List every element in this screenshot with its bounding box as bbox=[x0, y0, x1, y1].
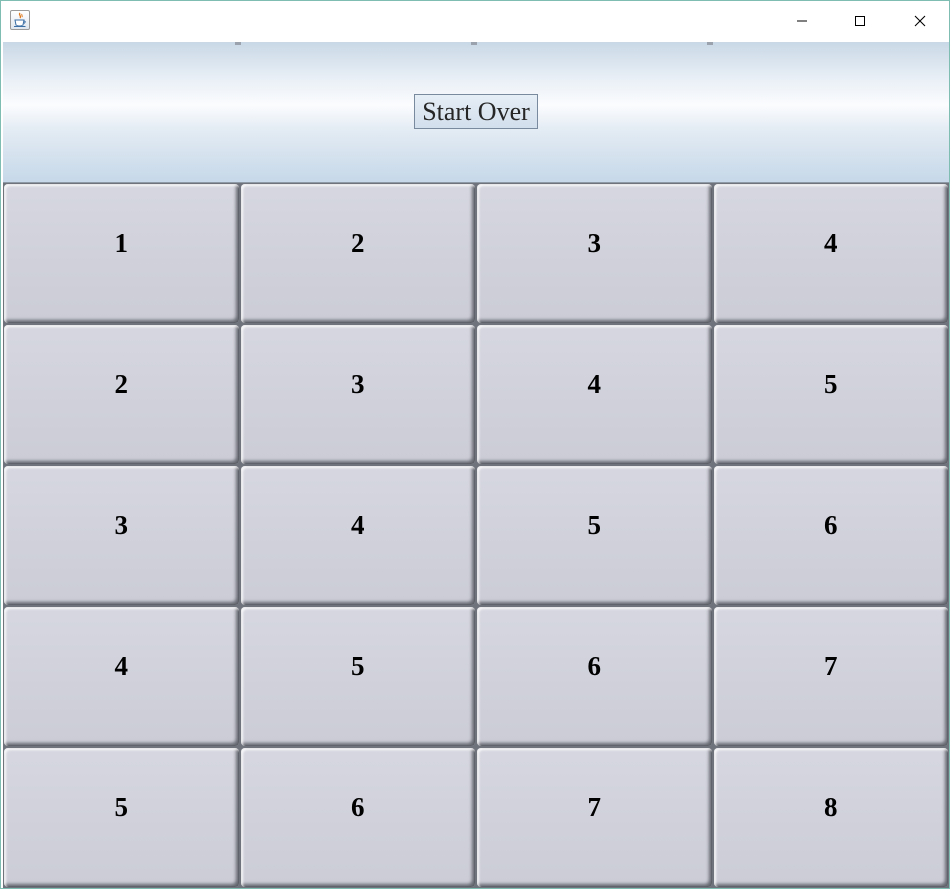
tile-label: 6 bbox=[351, 792, 365, 822]
grid-tile[interactable]: 7 bbox=[713, 607, 948, 746]
tile-label: 3 bbox=[587, 228, 602, 258]
grid-tile[interactable]: 8 bbox=[713, 748, 948, 887]
tile-label: 3 bbox=[351, 369, 365, 399]
java-cup-icon[interactable] bbox=[10, 10, 30, 30]
grid-tile[interactable]: 1 bbox=[4, 184, 239, 323]
grid-tile[interactable]: 4 bbox=[240, 466, 475, 605]
number-grid: 1 2 3 4 2 3 4 5 3 4 5 6 4 5 6 7 5 6 7 8 bbox=[3, 183, 949, 888]
app-window: Start Over 1 2 3 4 2 3 4 5 3 4 5 6 4 5 6… bbox=[0, 0, 950, 889]
tile-label: 7 bbox=[824, 651, 838, 681]
grid-tile[interactable]: 2 bbox=[4, 325, 239, 464]
tile-label: 2 bbox=[351, 228, 365, 258]
tile-label: 6 bbox=[587, 651, 602, 681]
grid-tile[interactable]: 5 bbox=[4, 748, 239, 887]
grid-tile[interactable]: 5 bbox=[713, 325, 948, 464]
grid-tile[interactable]: 3 bbox=[477, 184, 712, 323]
tile-label: 8 bbox=[824, 792, 838, 822]
panel-seam bbox=[471, 42, 477, 45]
tile-label: 3 bbox=[114, 510, 129, 540]
panel-seam bbox=[707, 42, 713, 45]
maximize-icon bbox=[855, 15, 865, 26]
tile-label: 7 bbox=[587, 792, 602, 822]
tile-label: 4 bbox=[351, 510, 365, 540]
title-bar[interactable] bbox=[1, 1, 949, 40]
grid-tile[interactable]: 4 bbox=[4, 607, 239, 746]
tile-label: 4 bbox=[587, 369, 602, 399]
tile-label: 4 bbox=[824, 228, 838, 258]
grid-tile[interactable]: 7 bbox=[477, 748, 712, 887]
tile-label: 5 bbox=[587, 510, 602, 540]
tile-label: 5 bbox=[824, 369, 838, 399]
close-icon bbox=[914, 15, 926, 26]
grid-tile[interactable]: 6 bbox=[240, 748, 475, 887]
tile-label: 2 bbox=[114, 369, 129, 399]
grid-tile[interactable]: 3 bbox=[240, 325, 475, 464]
panel-seam bbox=[235, 42, 241, 45]
tile-label: 5 bbox=[351, 651, 365, 681]
maximize-button[interactable] bbox=[831, 1, 889, 40]
tile-label: 5 bbox=[114, 792, 129, 822]
grid-tile[interactable]: 4 bbox=[713, 184, 948, 323]
minimize-button[interactable] bbox=[773, 1, 831, 40]
tile-label: 1 bbox=[114, 228, 129, 258]
grid-tile[interactable]: 3 bbox=[4, 466, 239, 605]
tile-label: 4 bbox=[114, 651, 129, 681]
start-over-button[interactable]: Start Over bbox=[414, 94, 538, 129]
grid-tile[interactable]: 4 bbox=[477, 325, 712, 464]
grid-tile[interactable]: 6 bbox=[713, 466, 948, 605]
close-button[interactable] bbox=[891, 1, 949, 40]
tile-label: 6 bbox=[824, 510, 838, 540]
grid-tile[interactable]: 2 bbox=[240, 184, 475, 323]
minimize-icon bbox=[797, 20, 807, 21]
control-panel: Start Over bbox=[3, 42, 949, 183]
grid-tile[interactable]: 5 bbox=[240, 607, 475, 746]
grid-tile[interactable]: 6 bbox=[477, 607, 712, 746]
grid-tile[interactable]: 5 bbox=[477, 466, 712, 605]
